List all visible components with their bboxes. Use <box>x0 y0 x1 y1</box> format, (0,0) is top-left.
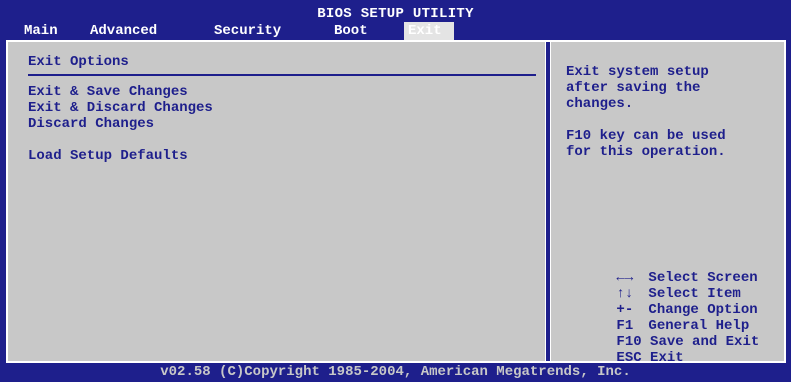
help-text-line: for this operation. <box>566 144 726 160</box>
menu-item-exit-save[interactable]: Exit & Save Changes <box>28 84 188 100</box>
menu-item-exit-discard[interactable]: Exit & Discard Changes <box>28 100 213 116</box>
setup-frame: Exit Options Exit & Save Changes Exit & … <box>6 40 786 366</box>
tab-boot[interactable]: Boot <box>330 22 372 40</box>
tab-main[interactable]: Main <box>20 22 62 40</box>
help-text-line: after saving the <box>566 80 701 96</box>
section-divider <box>28 74 536 76</box>
tab-advanced[interactable]: Advanced <box>86 22 161 40</box>
copyright-footer: v02.58 (C)Copyright 1985-2004, American … <box>160 364 631 380</box>
tab-exit[interactable]: Exit <box>404 22 454 40</box>
help-text-line: Exit system setup <box>566 64 709 80</box>
bios-title: BIOS SETUP UTILITY <box>317 6 474 22</box>
section-title: Exit Options <box>28 54 129 70</box>
menu-item-load-defaults[interactable]: Load Setup Defaults <box>28 148 188 164</box>
exit-options-panel: Exit Options Exit & Save Changes Exit & … <box>22 42 542 361</box>
tab-security[interactable]: Security <box>210 22 285 40</box>
panel-divider <box>545 42 551 361</box>
menu-item-discard-changes[interactable]: Discard Changes <box>28 116 154 132</box>
help-text-line: F10 key can be used <box>566 128 726 144</box>
help-panel: Exit system setup after saving the chang… <box>560 42 780 366</box>
help-text-line: changes. <box>566 96 634 112</box>
top-bar: BIOS SETUP UTILITY Main Advanced Securit… <box>0 0 791 40</box>
